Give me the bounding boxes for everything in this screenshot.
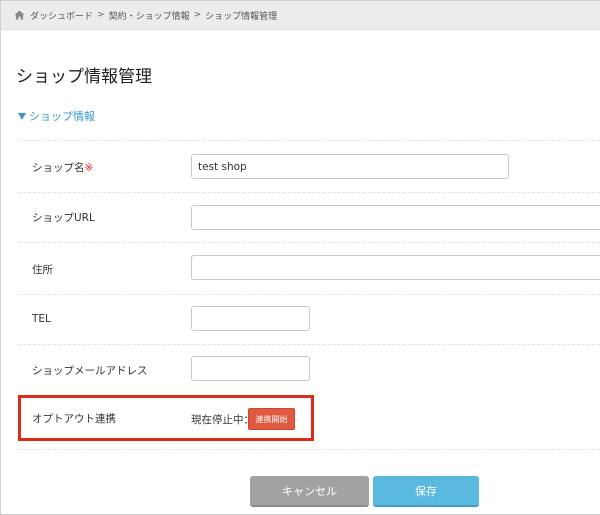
triangle-down-icon bbox=[18, 112, 26, 120]
breadcrumb-separator: > bbox=[97, 10, 105, 20]
breadcrumb: ダッシュボード > 契約・ショップ情報 > ショップ情報管理 bbox=[1, 1, 600, 30]
home-icon bbox=[14, 10, 25, 20]
shop-email-input[interactable] bbox=[191, 356, 310, 381]
shop-name-input[interactable] bbox=[191, 154, 509, 179]
highlight-annotation-box bbox=[18, 395, 314, 441]
shop-email-label: ショップメールアドレス bbox=[32, 365, 148, 377]
shop-url-input[interactable] bbox=[191, 205, 600, 230]
save-button[interactable]: 保存 bbox=[373, 476, 479, 507]
breadcrumb-separator: > bbox=[193, 10, 202, 20]
tel-input[interactable] bbox=[191, 306, 310, 331]
section-toggle-label: ショップ情報 bbox=[29, 110, 95, 123]
breadcrumb-current: ショップ情報管理 bbox=[205, 11, 278, 22]
shop-name-label-text: ショップ名 bbox=[32, 162, 85, 174]
breadcrumb-contract-shop-info[interactable]: 契約・ショップ情報 bbox=[109, 9, 190, 22]
cancel-button[interactable]: キャンセル bbox=[250, 476, 369, 507]
divider bbox=[18, 449, 600, 450]
address-label: 住所 bbox=[32, 264, 53, 276]
required-mark: ※ bbox=[84, 162, 94, 174]
shop-name-label: ショップ名※ bbox=[32, 160, 93, 175]
address-input[interactable] bbox=[191, 255, 600, 280]
breadcrumb-dashboard[interactable]: ダッシュボード bbox=[30, 9, 93, 22]
shop-url-label: ショップURL bbox=[32, 212, 95, 224]
page-title: ショップ情報管理 bbox=[16, 67, 152, 87]
section-toggle-shop-info[interactable]: ショップ情報 bbox=[18, 108, 95, 124]
tel-label: TEL bbox=[32, 313, 51, 325]
